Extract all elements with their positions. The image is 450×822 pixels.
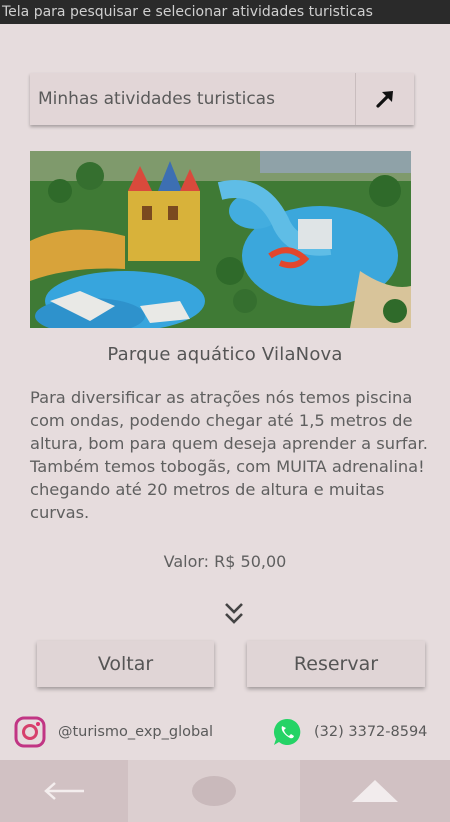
instagram-contact[interactable]: @turismo_exp_global xyxy=(14,712,213,752)
back-arrow-icon xyxy=(44,782,84,800)
instagram-handle: @turismo_exp_global xyxy=(58,724,214,740)
attraction-price: Valor: R$ 50,00 xyxy=(163,552,287,571)
whatsapp-contact[interactable]: (32) 3372-8594 xyxy=(272,712,427,752)
activities-search-label: Minhas atividades turisticas xyxy=(38,89,275,109)
activities-search-bar[interactable]: Minhas atividades turisticas xyxy=(30,73,414,125)
home-circle-icon xyxy=(192,776,236,806)
window-title-bar: Tela para pesquisar e selecionar ativida… xyxy=(0,0,450,24)
system-navigation-bar xyxy=(0,760,450,822)
triangle-up-icon xyxy=(352,780,398,802)
attraction-title: Parque aquático VilaNova xyxy=(107,344,343,365)
window-title: Tela para pesquisar e selecionar ativida… xyxy=(2,4,373,20)
whatsapp-phone: (32) 3372-8594 xyxy=(314,724,428,740)
nav-triangle-button[interactable] xyxy=(300,760,450,822)
double-chevron-down-icon[interactable] xyxy=(222,598,246,630)
whatsapp-icon xyxy=(273,718,301,745)
reserve-button[interactable]: Reservar xyxy=(247,641,425,687)
arrow-up-right-icon xyxy=(376,91,393,108)
water-park-photo xyxy=(30,151,411,328)
open-activities-button[interactable] xyxy=(355,73,414,125)
attraction-description: Para diversificar as atrações nós temos … xyxy=(30,388,428,522)
back-button[interactable]: Voltar xyxy=(37,641,214,687)
nav-home-button[interactable] xyxy=(128,760,300,822)
instagram-icon xyxy=(14,716,46,748)
nav-back-button[interactable] xyxy=(0,760,128,822)
